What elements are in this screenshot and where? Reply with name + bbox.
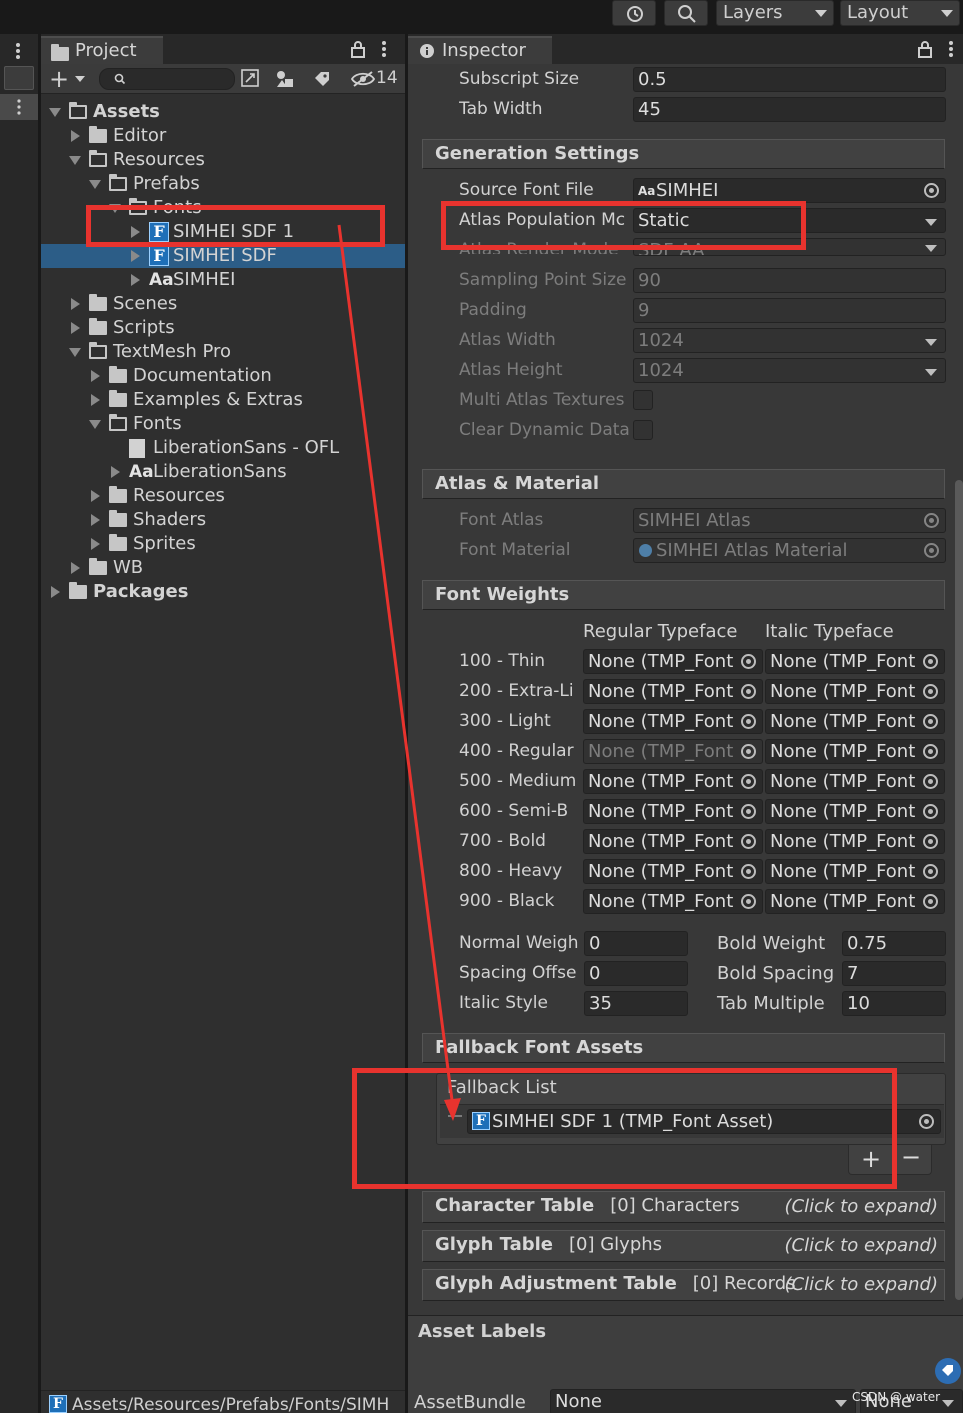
annotation-arrow: [337, 224, 461, 1121]
